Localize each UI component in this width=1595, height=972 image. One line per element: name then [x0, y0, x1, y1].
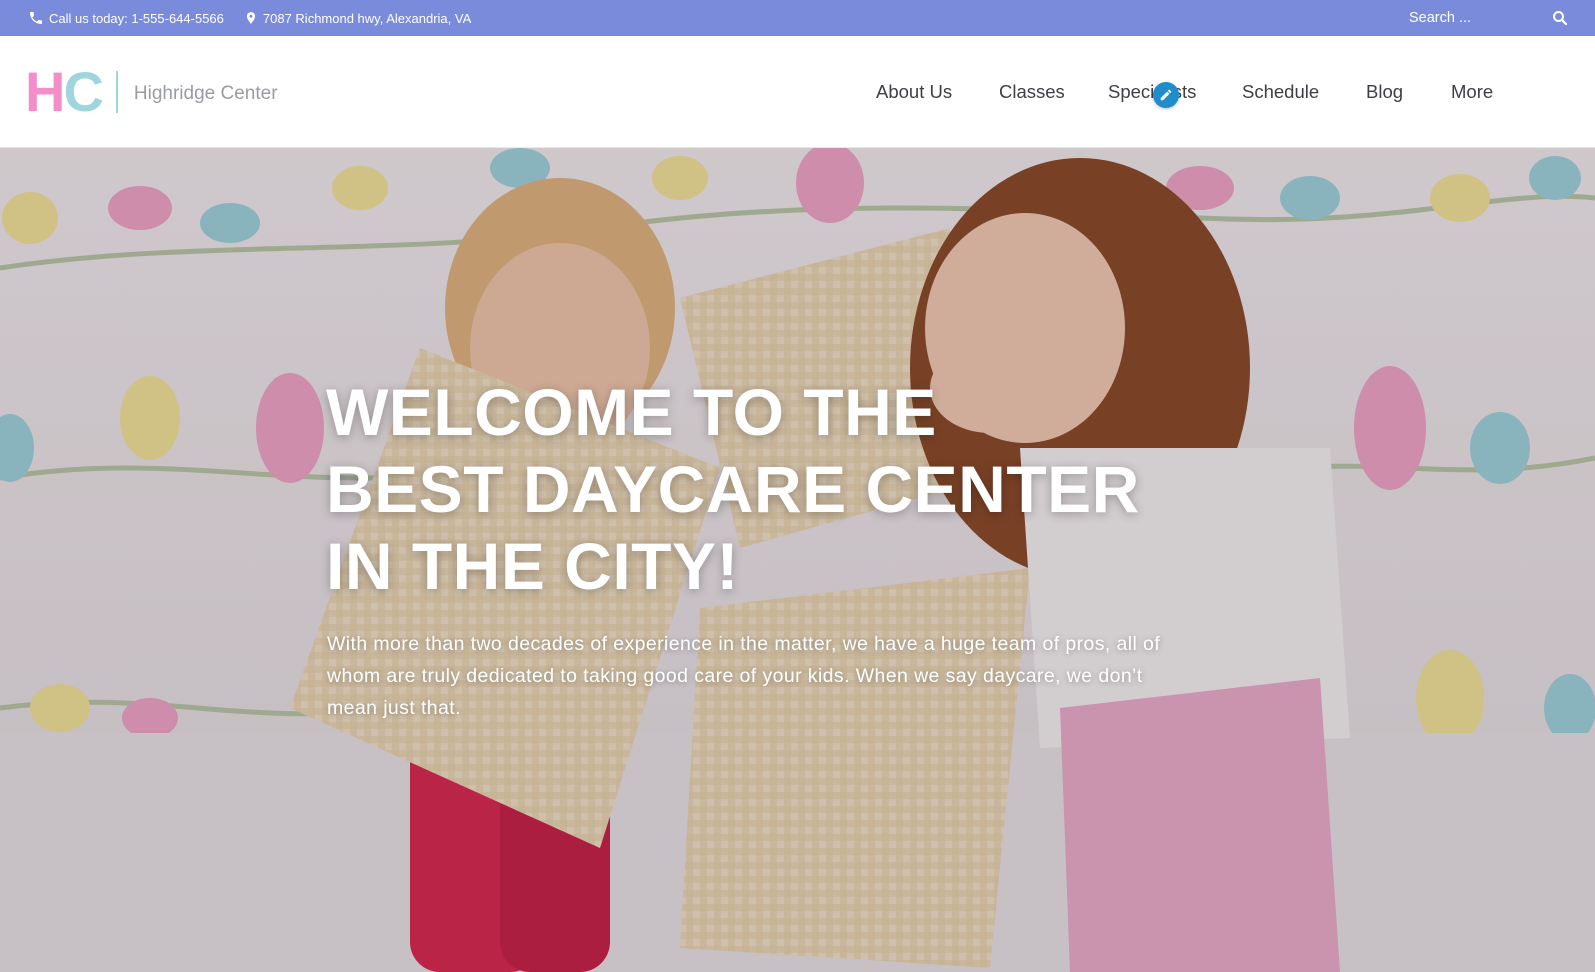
hero-title-line: WELCOME TO THE — [326, 375, 937, 449]
main-navigation: About Us Classes Specialists Schedule Bl… — [0, 76, 1595, 108]
phone-text: Call us today: 1-555-644-5566 — [49, 10, 224, 26]
hero-section: WELCOME TO THE BEST DAYCARE CENTER IN TH… — [0, 148, 1595, 972]
address-info[interactable]: 7087 Richmond hwy, Alexandria, VA — [244, 10, 471, 26]
nav-item-blog[interactable]: Blog — [1366, 76, 1403, 108]
location-pin-icon — [246, 12, 255, 24]
phone-info[interactable]: Call us today: 1-555-644-5566 — [28, 10, 224, 26]
site-header: HC Highridge Center About Us Classes Spe… — [0, 36, 1595, 148]
phone-icon — [30, 12, 42, 24]
pencil-icon — [1160, 89, 1172, 101]
address-text: 7087 Richmond hwy, Alexandria, VA — [262, 10, 472, 26]
hero-title-line: IN THE CITY! — [326, 529, 739, 603]
search-form — [1375, 0, 1595, 36]
nav-item-classes[interactable]: Classes — [999, 76, 1065, 108]
nav-item-schedule[interactable]: Schedule — [1242, 76, 1319, 108]
search-input[interactable] — [1409, 10, 1559, 26]
hero-title: WELCOME TO THE BEST DAYCARE CENTER IN TH… — [326, 374, 1226, 605]
hero-description: With more than two decades of experience… — [327, 633, 1161, 719]
top-bar: Call us today: 1-555-644-5566 7087 Richm… — [0, 0, 1595, 36]
hero-title-line: BEST DAYCARE CENTER — [326, 452, 1140, 526]
contact-info: Call us today: 1-555-644-5566 7087 Richm… — [28, 0, 491, 36]
edit-button[interactable] — [1153, 82, 1179, 108]
search-icon[interactable] — [1551, 9, 1569, 27]
nav-item-more[interactable]: More — [1451, 76, 1493, 108]
nav-item-about-us[interactable]: About Us — [876, 76, 952, 108]
